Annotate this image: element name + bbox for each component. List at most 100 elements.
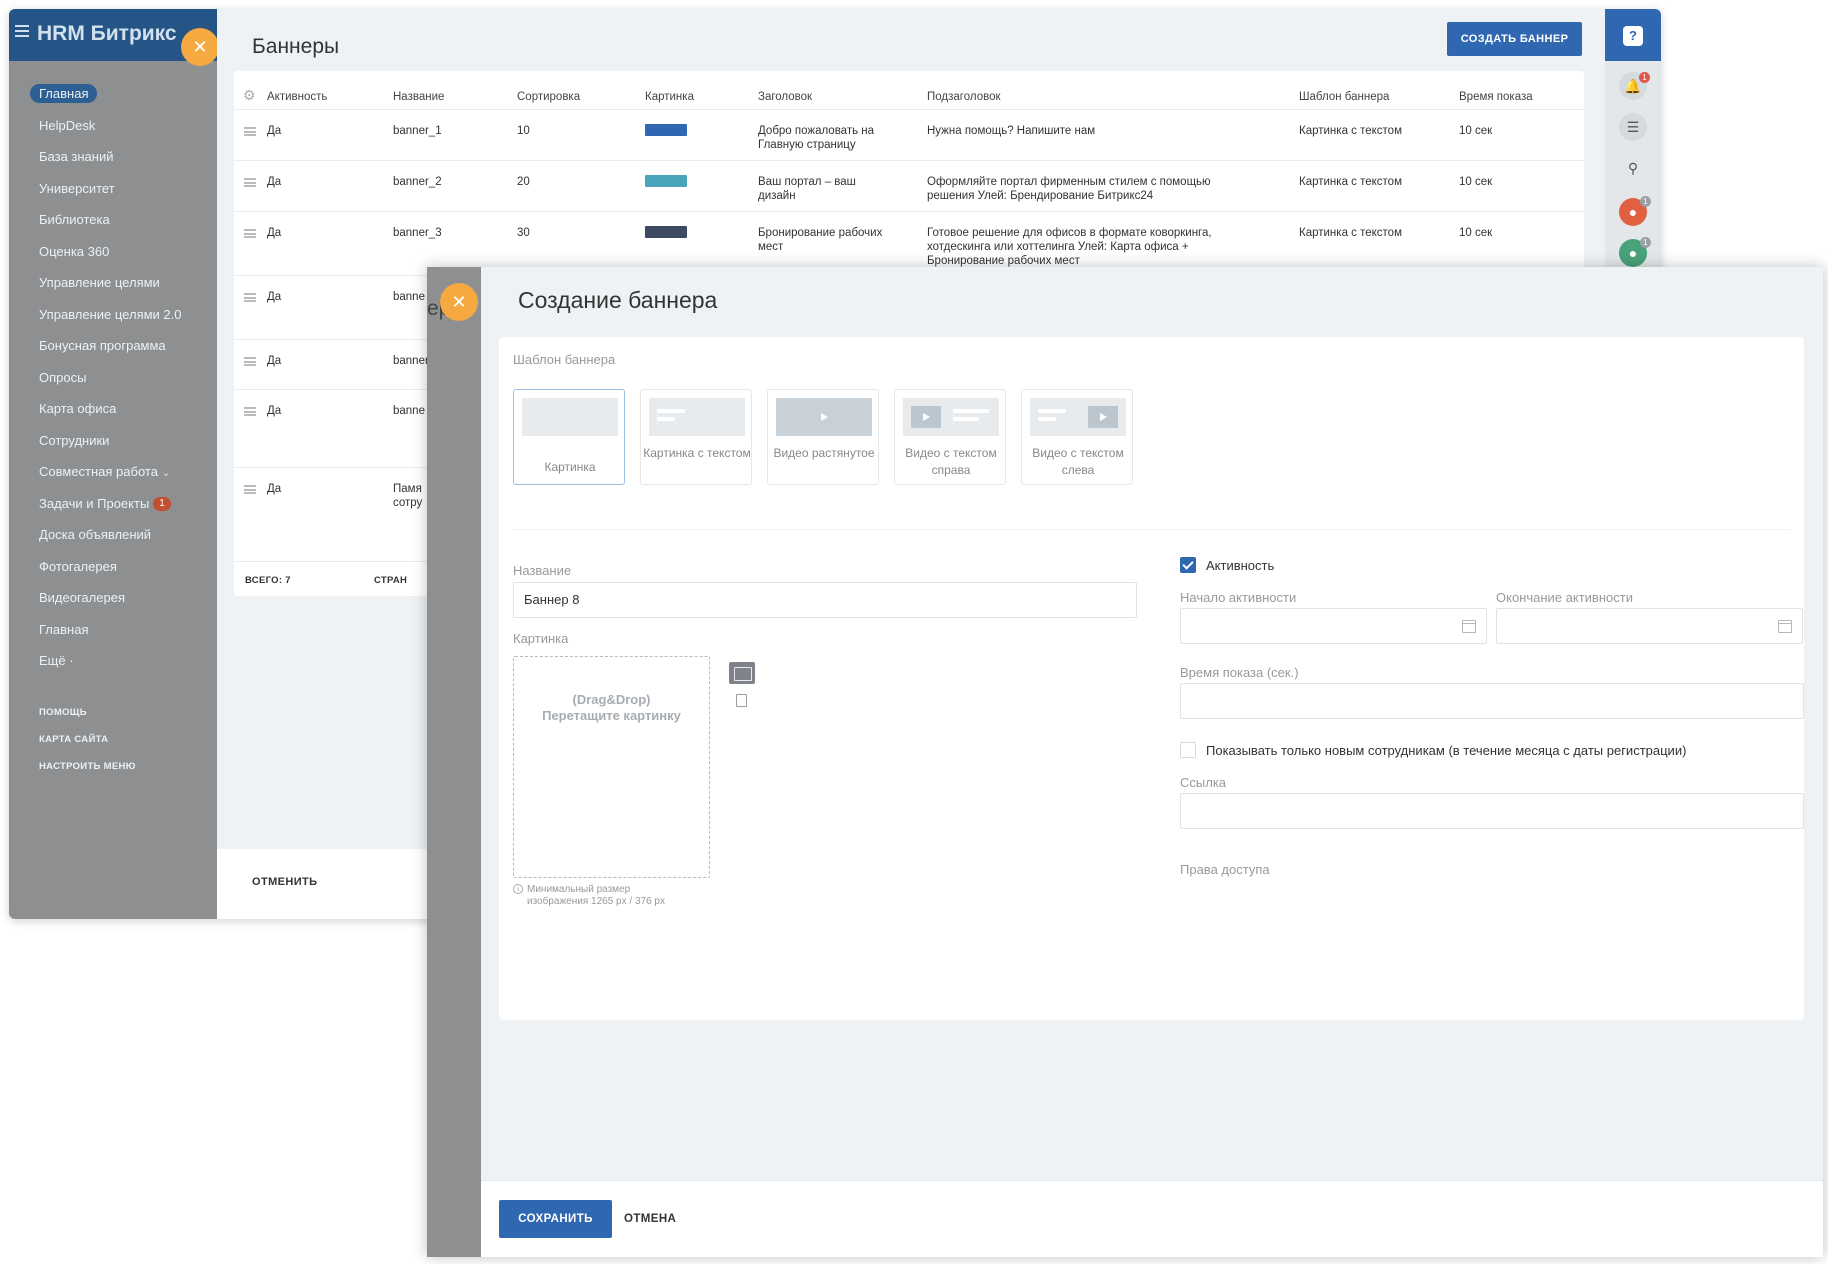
col-header-subtitle[interactable]: Подзаголовок bbox=[927, 91, 1001, 103]
play-icon bbox=[821, 413, 828, 421]
template-label: Шаблон баннера bbox=[513, 352, 616, 367]
menu-item-photos[interactable]: Фотогалерея bbox=[39, 556, 182, 588]
cell-time: 10 сек bbox=[1459, 125, 1493, 137]
template-preview bbox=[776, 398, 872, 436]
hamburger-icon[interactable] bbox=[15, 25, 29, 37]
menu-item-videos[interactable]: Видеогалерея bbox=[39, 587, 182, 619]
image-dropzone[interactable]: (Drag&Drop) Перетащите картинку bbox=[513, 656, 710, 878]
menu-item-knowledge[interactable]: База знаний bbox=[39, 146, 182, 178]
cell-active: Да bbox=[267, 355, 282, 367]
menu-item-board[interactable]: Доска объявлений bbox=[39, 524, 182, 556]
cell-title: Ваш портал – ваш дизайн bbox=[758, 176, 856, 202]
video-block bbox=[911, 406, 941, 428]
close-icon[interactable]: ✕ bbox=[440, 283, 478, 321]
drag-handle-icon[interactable] bbox=[244, 407, 256, 416]
sitemap-link[interactable]: КАРТА САЙТА bbox=[39, 729, 182, 756]
cell-active: Да bbox=[267, 176, 282, 188]
cell-sort: 20 bbox=[517, 176, 530, 188]
drag-handle-icon[interactable] bbox=[244, 178, 256, 187]
calendar-icon[interactable] bbox=[1462, 620, 1476, 633]
col-header-picture[interactable]: Картинка bbox=[645, 91, 694, 103]
start-date-input[interactable] bbox=[1180, 608, 1487, 644]
menu-item-collab[interactable]: Совместная работа ⌄ bbox=[39, 461, 182, 493]
user-badge: 1 bbox=[1640, 196, 1651, 207]
menu-item-more[interactable]: Ещё · bbox=[39, 650, 182, 682]
calendar-icon[interactable] bbox=[1778, 620, 1792, 633]
col-header-template[interactable]: Шаблон баннера bbox=[1299, 91, 1389, 103]
menu-item-bonus[interactable]: Бонусная программа bbox=[39, 335, 182, 367]
menu-item-helpdesk[interactable]: HelpDesk bbox=[39, 115, 182, 147]
template-option-video-stretched[interactable]: Видео растянутое bbox=[767, 389, 879, 485]
dropzone-text: Перетащите картинку bbox=[542, 708, 681, 723]
banner-thumbnail bbox=[645, 226, 687, 238]
col-header-time[interactable]: Время показа bbox=[1459, 91, 1533, 103]
template-caption: Видео растянутое bbox=[773, 446, 875, 460]
template-option-picture[interactable]: Картинка bbox=[513, 389, 625, 485]
cancel-button[interactable]: ОТМЕНИТЬ bbox=[252, 876, 317, 888]
menu-item-polls[interactable]: Опросы bbox=[39, 367, 182, 399]
gear-icon[interactable]: ⚙ bbox=[243, 87, 256, 104]
menu-item-goals2[interactable]: Управление целями 2.0 bbox=[39, 304, 182, 336]
col-header-active[interactable]: Активность bbox=[267, 91, 327, 103]
image-size-hint: i Минимальный размер изображения 1265 px … bbox=[513, 884, 667, 908]
menu-list: Главная HelpDesk База знаний Университет… bbox=[30, 83, 182, 783]
drag-handle-icon[interactable] bbox=[244, 485, 256, 494]
search-icon[interactable]: ⚲ bbox=[1619, 154, 1647, 182]
drag-handle-icon[interactable] bbox=[244, 229, 256, 238]
video-block bbox=[1088, 406, 1118, 428]
new-employees-checkbox[interactable] bbox=[1180, 742, 1196, 758]
col-header-title[interactable]: Заголовок bbox=[758, 91, 812, 103]
menu-item-goals[interactable]: Управление целями bbox=[39, 272, 182, 304]
active-label: Активность bbox=[1206, 558, 1275, 573]
image-upload-icon[interactable] bbox=[729, 662, 755, 684]
display-time-input[interactable] bbox=[1180, 683, 1804, 719]
text-line bbox=[657, 409, 685, 413]
template-preview bbox=[1030, 398, 1126, 436]
play-icon bbox=[923, 413, 930, 421]
template-option-video-text-left[interactable]: Видео с текстом слева bbox=[1021, 389, 1133, 485]
menu-item-university[interactable]: Университет bbox=[39, 178, 182, 210]
play-icon bbox=[1100, 413, 1107, 421]
menu-item-home[interactable]: Главная bbox=[30, 83, 182, 115]
template-option-video-text-right[interactable]: Видео с текстом справа bbox=[894, 389, 1006, 485]
hint-text: Минимальный размер изображения 1265 px /… bbox=[527, 884, 665, 907]
template-preview bbox=[522, 398, 618, 436]
template-option-picture-text[interactable]: Картинка с текстом bbox=[640, 389, 752, 485]
total-count: ВСЕГО: 7 bbox=[245, 575, 291, 586]
col-header-name[interactable]: Название bbox=[393, 91, 444, 103]
menu-item-library[interactable]: Библиотека bbox=[39, 209, 182, 241]
file-icon[interactable] bbox=[736, 694, 747, 707]
drag-handle-icon[interactable] bbox=[244, 357, 256, 366]
menu-item-tasks[interactable]: Задачи и Проекты 1 bbox=[39, 493, 182, 525]
col-header-sort[interactable]: Сортировка bbox=[517, 91, 580, 103]
brand-logo[interactable]: HRM Битрикс bbox=[37, 22, 177, 46]
help-box[interactable]: ? bbox=[1605, 9, 1661, 61]
menu-item-home2[interactable]: Главная bbox=[39, 619, 182, 651]
cell-active: Да bbox=[267, 227, 282, 239]
table-row[interactable]: Да banner_2 20 Ваш портал – ваш дизайн О… bbox=[234, 160, 1584, 211]
save-button[interactable]: СОХРАНИТЬ bbox=[499, 1200, 612, 1238]
text-line bbox=[953, 417, 979, 421]
chat-icon[interactable]: ☰ bbox=[1619, 113, 1647, 141]
drag-handle-icon[interactable] bbox=[244, 127, 256, 136]
help-icon[interactable]: ? bbox=[1623, 26, 1643, 46]
menu-item-employees[interactable]: Сотрудники bbox=[39, 430, 182, 462]
menu-item-office-map[interactable]: Карта офиса bbox=[39, 398, 182, 430]
menu-item-360[interactable]: Оценка 360 bbox=[39, 241, 182, 273]
page-title: Баннеры bbox=[252, 35, 340, 58]
name-input[interactable]: Баннер 8 bbox=[513, 582, 1137, 618]
new-employees-label: Показывать только новым сотрудникам (в т… bbox=[1206, 743, 1687, 758]
link-input[interactable] bbox=[1180, 793, 1804, 829]
close-icon[interactable]: ✕ bbox=[181, 28, 219, 66]
table-row[interactable]: Да banner_1 10 Добро пожаловать на Главн… bbox=[234, 109, 1584, 160]
start-date-label: Начало активности bbox=[1180, 590, 1297, 605]
configure-menu-link[interactable]: НАСТРОИТЬ МЕНЮ bbox=[39, 756, 182, 783]
active-checkbox[interactable] bbox=[1180, 557, 1196, 573]
drag-handle-icon[interactable] bbox=[244, 293, 256, 302]
table-row[interactable]: Да banner_3 30 Бронирование рабочих мест… bbox=[234, 211, 1584, 275]
cancel-button[interactable]: ОТМЕНА bbox=[624, 1213, 676, 1225]
create-banner-button[interactable]: СОЗДАТЬ БАННЕР bbox=[1447, 22, 1582, 56]
notification-badge: 1 bbox=[1639, 72, 1650, 83]
end-date-input[interactable] bbox=[1496, 608, 1803, 644]
help-link[interactable]: ПОМОЩЬ bbox=[39, 702, 182, 729]
